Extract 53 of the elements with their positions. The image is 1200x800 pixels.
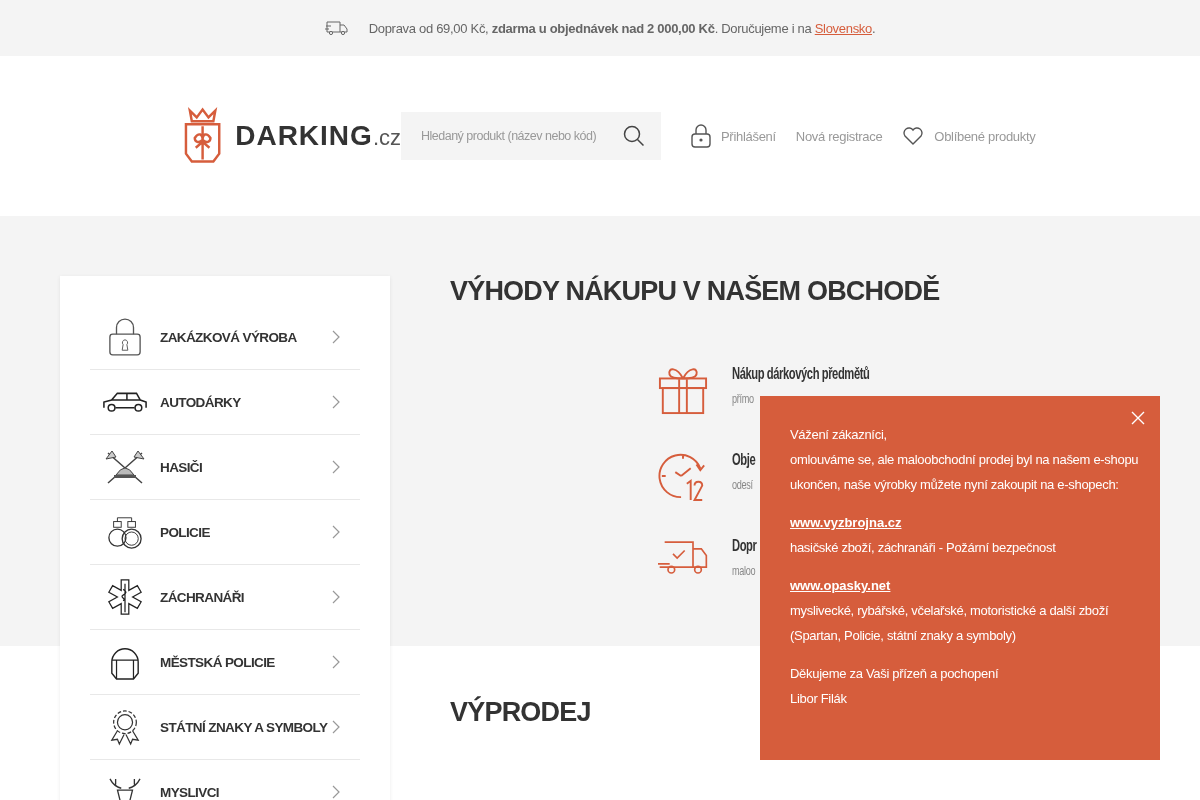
chevron-right-icon — [332, 720, 340, 734]
gift-icon — [658, 365, 708, 415]
country-link[interactable]: Slovensko — [814, 20, 872, 36]
shipping-notice: Doprava od 69,00 Kč, zdarma u objednávek nad 2 000,00 Kč. Doručujeme i na Slovensko. — [368, 20, 876, 36]
category-item[interactable]: ZAKÁZKOVÁ VÝROBA — [90, 305, 360, 370]
popup-text: ukončen, naše výrobky můžete nyní zakoupit na e-shopech: — [790, 476, 1120, 494]
benefit-title: Dopr — [732, 537, 757, 555]
car-icon — [102, 391, 148, 413]
chevron-right-icon — [332, 330, 340, 344]
chevron-right-icon — [332, 395, 340, 409]
truck-icon — [324, 20, 349, 36]
benefit-title: Nákup dárkových předmětů — [732, 365, 870, 383]
logo[interactable]: DARKING.cz — [184, 106, 401, 166]
search-field[interactable]: Hledaný produkt (název nebo kód) — [401, 112, 661, 160]
benefit-subtitle: přímo — [732, 391, 754, 406]
category-item[interactable]: HASIČI — [90, 435, 360, 500]
popup-text: hasičské zboží, záchranáři - Požární bezpečnost — [790, 539, 1057, 557]
chevron-right-icon — [332, 590, 340, 604]
star-of-life-icon — [106, 578, 144, 616]
popup-text: Libor Filák — [790, 690, 848, 708]
popup-text: myslivecké, rybářské, včelařské, motoristické a další zboží — [790, 602, 1110, 620]
category-item[interactable]: MYSLIVCI — [90, 760, 360, 800]
search-icon[interactable] — [623, 125, 645, 147]
section-heading: VÝHODY NÁKUPU V NAŠEM OBCHODĚ — [450, 276, 940, 307]
medal-icon — [108, 708, 142, 746]
popup-text: Vážení zákazníci, — [790, 426, 888, 444]
handcuffs-icon — [106, 514, 144, 550]
chevron-right-icon — [332, 460, 340, 474]
popup-text: Děkujeme za Vaši přízeň a pochopení — [790, 665, 1000, 683]
crown-shield-icon — [184, 106, 222, 166]
clock-icon — [658, 451, 708, 501]
lock-icon — [691, 124, 711, 148]
chevron-right-icon — [332, 785, 340, 799]
benefit-subtitle: odesí — [732, 477, 753, 492]
category-item[interactable]: AUTODÁRKY — [90, 370, 360, 435]
logo-text: DARKING.cz — [235, 120, 401, 152]
popup-text: (Spartan, Policie, státní znaky a symboly) — [790, 627, 1017, 645]
popup-text: omlouváme se, ale maloobchodní prodej byl na našem e-shopu — [790, 451, 1140, 469]
category-item[interactable]: ZÁCHRANÁŘI — [90, 565, 360, 630]
shop-link[interactable]: www.opasky.net — [790, 577, 891, 595]
benefit-title: Obje — [732, 451, 756, 469]
close-icon[interactable] — [1131, 411, 1145, 425]
benefit-subtitle: maloo — [732, 563, 756, 578]
chevron-right-icon — [332, 655, 340, 669]
padlock-icon — [108, 317, 142, 357]
heart-icon — [902, 126, 925, 146]
category-item[interactable]: POLICIE — [90, 500, 360, 565]
shop-link[interactable]: www.vyzbrojna.cz — [790, 514, 902, 532]
sale-heading: VÝPRODEJ — [450, 697, 591, 728]
chevron-right-icon — [332, 525, 340, 539]
crossed-axes-icon — [102, 449, 148, 485]
category-item[interactable]: MĚSTSKÁ POLICIE — [90, 630, 360, 695]
category-item[interactable]: STÁTNÍ ZNAKY A SYMBOLY — [90, 695, 360, 760]
